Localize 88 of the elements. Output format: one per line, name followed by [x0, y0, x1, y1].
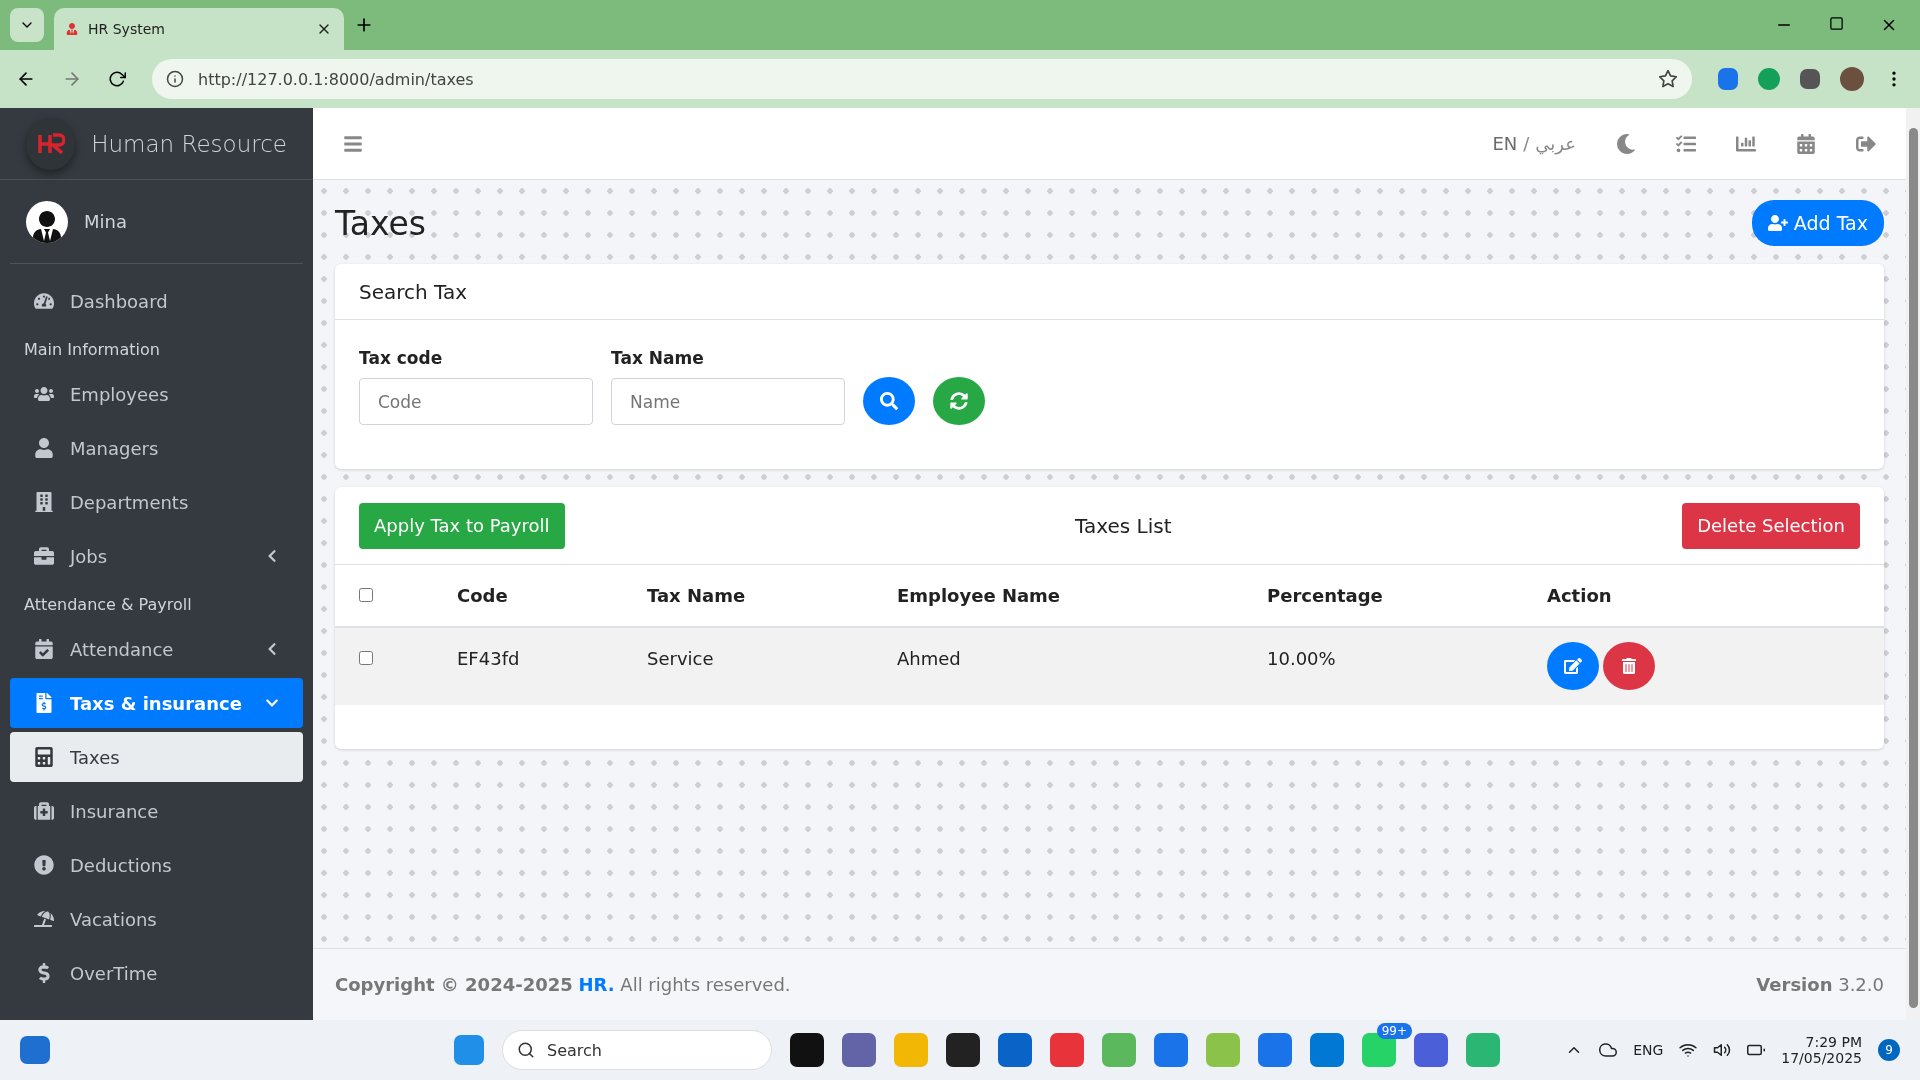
brand-name: Human Resource — [91, 130, 287, 157]
reload-icon[interactable] — [108, 70, 126, 88]
trash-icon — [1621, 658, 1637, 674]
sidebar-item[interactable]: Deductions — [10, 840, 303, 890]
star-icon[interactable] — [1658, 69, 1678, 89]
add-tax-button[interactable]: Add Tax — [1751, 200, 1884, 246]
app-icon[interactable] — [946, 1033, 980, 1067]
sidebar-item[interactable]: OverTime — [10, 948, 303, 998]
search-icon — [880, 392, 898, 410]
volume-icon[interactable] — [1713, 1041, 1732, 1059]
hr-link[interactable]: HR. — [578, 974, 615, 995]
sidebar-item[interactable]: Attendance — [10, 624, 303, 674]
invoice-icon — [34, 693, 54, 713]
field-label: Tax Name — [611, 348, 705, 368]
sidebar-item[interactable]: Jobs — [10, 531, 303, 581]
refresh-button[interactable] — [933, 377, 985, 425]
field-label: Tax code — [359, 348, 444, 368]
table-cell: Service — [647, 648, 714, 669]
notification-badge: 99+ — [1376, 1023, 1412, 1039]
language-indicator[interactable]: ENG — [1633, 1042, 1664, 1058]
taskbar-search[interactable]: Search — [502, 1030, 772, 1070]
sidebar-item[interactable]: Employees — [10, 369, 303, 419]
maximize-icon[interactable] — [1829, 16, 1844, 31]
start-icon[interactable] — [454, 1035, 484, 1065]
tab-list-button[interactable] — [10, 8, 44, 42]
beach-umbrella-icon — [34, 909, 54, 929]
notification-count[interactable]: 9 — [1878, 1039, 1900, 1061]
table-cell: Ahmed — [897, 648, 961, 669]
checklist-icon[interactable] — [1676, 133, 1696, 154]
edit-button[interactable] — [1547, 642, 1599, 690]
input-field[interactable]: Code — [359, 378, 593, 425]
medical-kit-icon — [34, 801, 54, 821]
edit-icon — [1564, 657, 1582, 675]
cloud-icon[interactable] — [1599, 1041, 1618, 1059]
info-icon[interactable] — [166, 70, 184, 88]
site-icon — [66, 23, 78, 35]
sidebar-item[interactable]: Departments — [10, 477, 303, 527]
moon-icon[interactable] — [1616, 133, 1636, 154]
users-icon — [34, 384, 54, 404]
clock[interactable]: 7:29 PM 17/05/2025 — [1781, 1034, 1862, 1066]
exclamation-icon — [34, 855, 54, 875]
address-bar[interactable]: http://127.0.0.1:8000/admin/taxes — [152, 59, 1692, 99]
wifi-icon[interactable] — [1679, 1041, 1698, 1059]
widgets-icon[interactable] — [20, 1036, 50, 1064]
sidebar-item[interactable]: Dashboard — [10, 276, 303, 326]
sidebar-item[interactable]: Taxs & insurance — [10, 678, 303, 728]
language-option[interactable]: عربي — [1535, 133, 1576, 154]
page-title: Taxes — [335, 203, 426, 243]
calendar-check-icon — [34, 639, 54, 659]
search-icon — [517, 1041, 535, 1059]
app-icon[interactable] — [790, 1033, 824, 1067]
url-text: http://127.0.0.1:8000/admin/taxes — [198, 69, 475, 89]
card-title: Search Tax — [359, 279, 468, 304]
tab-title: HR System — [88, 21, 166, 37]
calendar-icon[interactable] — [1796, 133, 1816, 154]
building-icon — [34, 492, 54, 512]
briefcase-icon — [34, 546, 54, 566]
delete-selection-button[interactable]: Delete Selection — [1682, 502, 1860, 549]
search-placeholder: Search — [547, 1040, 602, 1060]
version-text: Version 3.2.0 — [1756, 974, 1884, 995]
logo-icon — [36, 132, 65, 155]
row-checkbox[interactable] — [359, 651, 373, 665]
input-field[interactable]: Name — [611, 378, 845, 425]
delete-button[interactable] — [1603, 642, 1655, 690]
language-separator: / — [1523, 133, 1530, 154]
sidebar-item[interactable]: Insurance — [10, 786, 303, 836]
language-option[interactable]: EN — [1492, 133, 1518, 154]
select-all-checkbox[interactable] — [359, 588, 373, 602]
user-plus-icon — [1767, 213, 1788, 233]
browser-tab[interactable]: HR System — [54, 8, 344, 50]
search-button[interactable] — [863, 377, 915, 425]
table-cell: EF43fd — [457, 648, 520, 669]
user-icon — [34, 438, 54, 458]
sidebar-item[interactable]: Vacations — [10, 894, 303, 944]
card-title: Taxes List — [1075, 513, 1172, 538]
avatar — [26, 200, 68, 243]
sidebar-item[interactable]: Taxes — [10, 732, 303, 782]
section-heading: Main Information — [23, 339, 161, 361]
profile-avatar[interactable] — [1840, 67, 1864, 91]
gauge-icon — [34, 291, 54, 311]
refresh-icon — [950, 392, 968, 410]
sidebar-item[interactable]: Managers — [10, 423, 303, 473]
user-name: Mina — [84, 211, 127, 232]
copyright-text: Copyright © 2024-2025 HR. All rights reserved. — [335, 974, 791, 995]
section-heading: Attendance & Payroll — [23, 594, 193, 616]
table-cell: 10.00% — [1267, 648, 1336, 669]
scrollbar-thumb[interactable] — [1908, 128, 1918, 1008]
calculator-icon — [34, 747, 54, 767]
